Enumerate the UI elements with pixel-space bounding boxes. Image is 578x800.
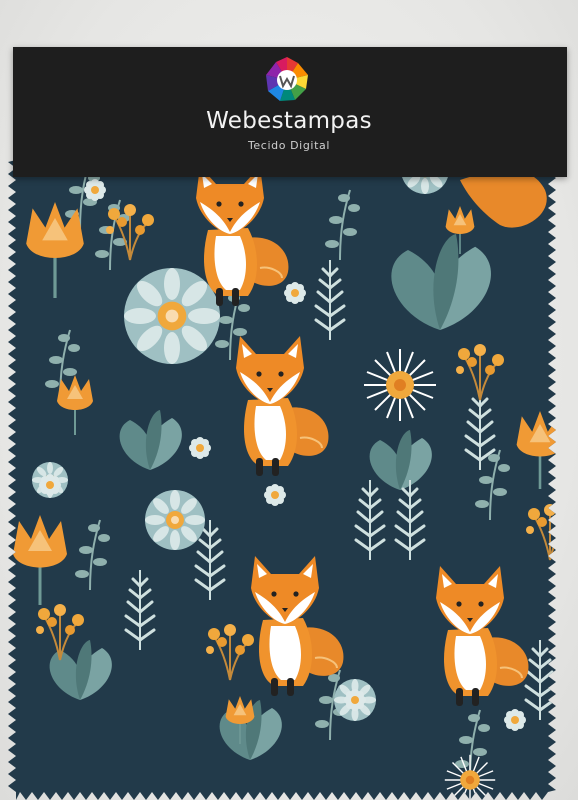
- brand-name: Webestampas: [206, 108, 372, 134]
- brand-subtitle: Tecido Digital: [247, 139, 330, 152]
- webestampas-logo-icon: [266, 57, 308, 101]
- swatch-card: Webestampas Tecido Digital: [0, 0, 578, 800]
